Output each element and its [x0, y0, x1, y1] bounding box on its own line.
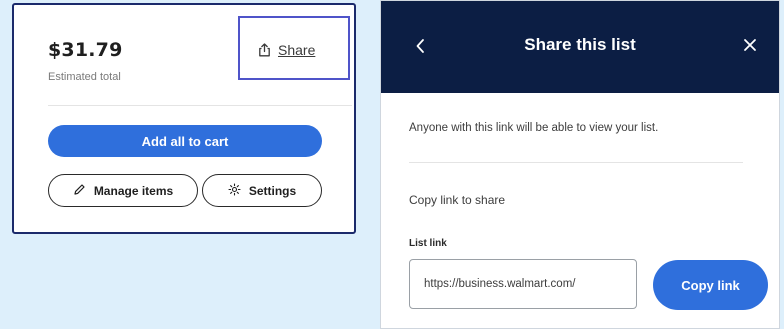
estimated-total-label: Estimated total	[48, 71, 121, 83]
settings-button[interactable]: Settings	[202, 174, 322, 207]
share-description: Anyone with this link will be able to vi…	[409, 122, 659, 134]
share-label: Share	[278, 42, 316, 58]
estimated-total-price: $31.79	[48, 39, 123, 61]
divider	[409, 162, 743, 163]
settings-label: Settings	[248, 183, 297, 198]
gear-icon	[228, 182, 241, 199]
list-link-input[interactable]	[409, 259, 637, 309]
share-button[interactable]: Share	[258, 42, 315, 58]
close-button[interactable]	[735, 32, 765, 62]
divider	[48, 105, 352, 106]
cart-summary-card: $31.79 Estimated total Share Add all to …	[12, 3, 356, 234]
add-all-to-cart-button[interactable]: Add all to cart	[48, 125, 322, 157]
modal-header: Share this list	[381, 1, 779, 93]
manage-items-label: Manage items	[93, 183, 174, 198]
share-list-modal: Share this list Anyone with this link wi…	[380, 0, 780, 329]
list-link-label: List link	[409, 238, 447, 249]
manage-items-button[interactable]: Manage items	[48, 174, 198, 207]
copy-link-heading: Copy link to share	[409, 193, 506, 207]
close-icon	[743, 38, 757, 57]
copy-link-button[interactable]: Copy link	[653, 260, 768, 310]
modal-title: Share this list	[524, 35, 636, 54]
share-icon	[258, 43, 271, 57]
pencil-icon	[73, 183, 86, 199]
